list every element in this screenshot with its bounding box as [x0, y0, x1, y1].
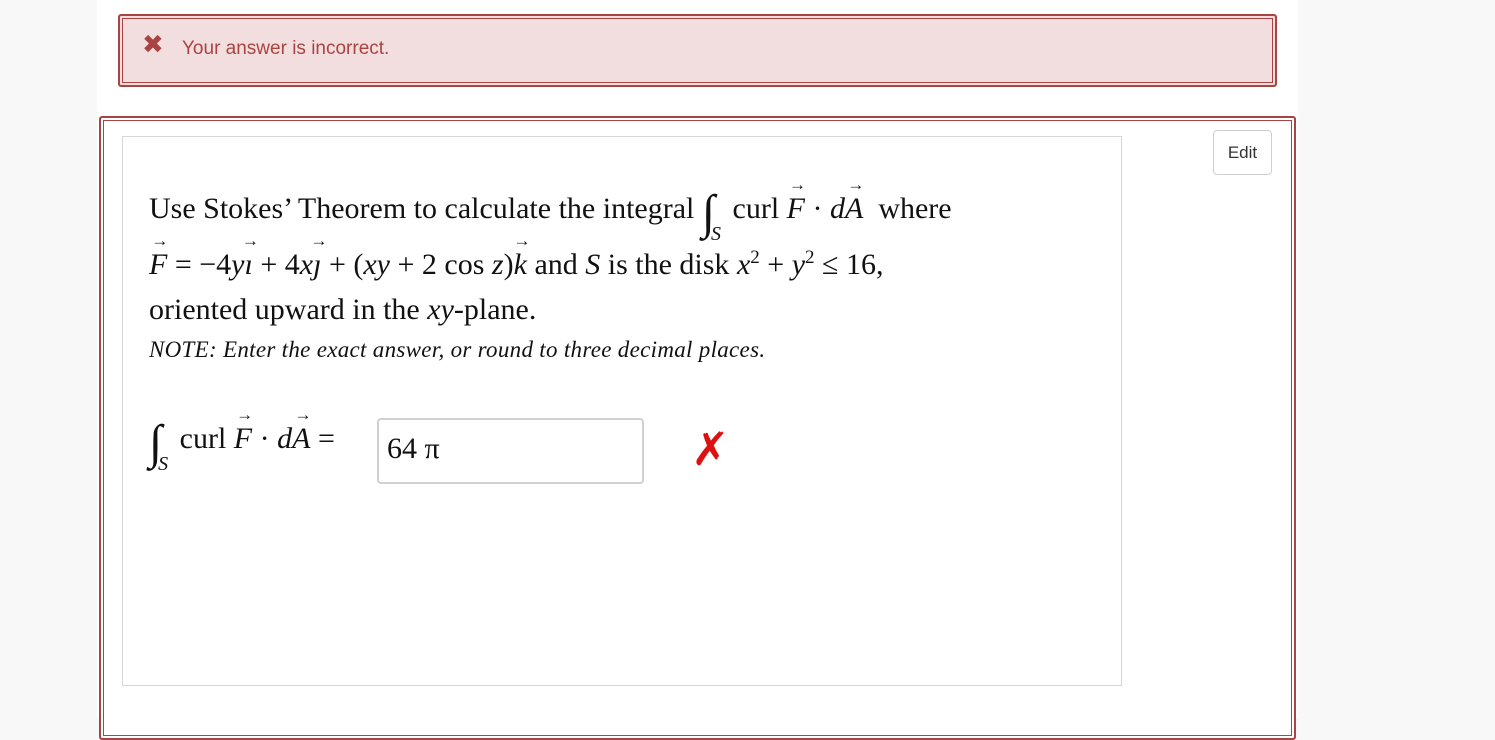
note-text: NOTE: Enter the exact answer, or round t… [149, 337, 766, 362]
d-symbol: d [277, 422, 293, 455]
vector-f: F [787, 192, 805, 226]
disk-text: is the disk [607, 248, 730, 281]
question-line-3: oriented upward in the xy-plane. [149, 293, 536, 327]
vector-f: F [149, 248, 167, 282]
answer-label: ∫S curl F · dA = [149, 405, 335, 475]
answer-input[interactable]: 64 π [377, 418, 644, 484]
incorrect-alert: ✖ Your answer is incorrect. [118, 14, 1277, 87]
and-text: and [534, 248, 578, 281]
vector-a: A [845, 192, 863, 226]
oriented-text: oriented upward in the [149, 293, 420, 326]
x-icon: ✖ [142, 30, 164, 60]
vector-f: F [234, 422, 252, 456]
vector-a: A [292, 422, 310, 456]
curl-text: curl [732, 192, 780, 225]
surface-symbol: S [585, 248, 601, 281]
integral-subscript: S [158, 453, 169, 475]
where-text: where [878, 192, 952, 225]
question-line-2: F = −4yı + 4xȷ + (xy + 2 cos z)k and S i… [149, 247, 883, 282]
wrong-icon: ✗ [691, 422, 730, 476]
curl-text: curl [179, 422, 227, 455]
integral-subscript: S [711, 223, 722, 245]
plane-text: -plane. [453, 293, 537, 326]
xy-symbol: xy [427, 293, 454, 326]
question-intro: Use Stokes’ Theorem to calculate the int… [149, 192, 695, 225]
d-symbol: d [830, 192, 845, 225]
question-box: Use Stokes’ Theorem to calculate the int… [122, 136, 1122, 686]
edit-button[interactable]: Edit [1213, 130, 1272, 175]
alert-message: Your answer is incorrect. [182, 38, 390, 59]
question-line-1: Use Stokes’ Theorem to calculate the int… [149, 175, 952, 245]
